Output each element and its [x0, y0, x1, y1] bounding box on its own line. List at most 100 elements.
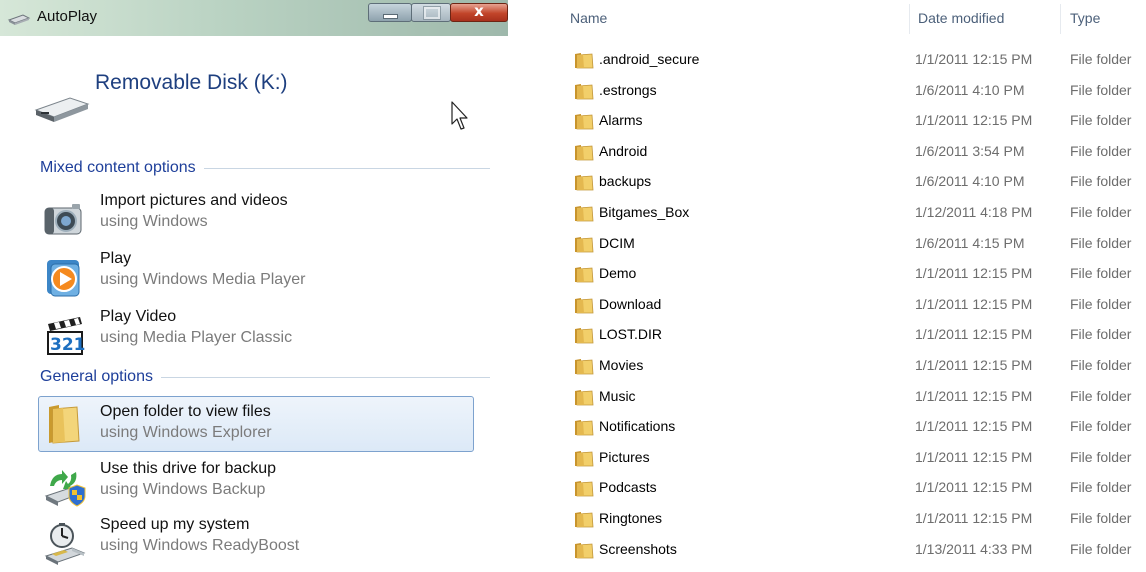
option-subtitle: using Windows Explorer — [100, 424, 272, 441]
section-heading: Mixed content options — [40, 159, 196, 176]
backup-icon — [44, 470, 86, 507]
file-row[interactable]: Alarms 1/1/2011 12:15 PM File folder — [560, 105, 1146, 136]
file-list-view: Name Date modified Type .android_secure 1… — [560, 0, 1146, 564]
close-button[interactable]: x — [450, 2, 508, 22]
file-date-modified: 1/1/2011 12:15 PM — [915, 510, 1033, 526]
folder-icon — [575, 144, 594, 161]
file-date-modified: 1/1/2011 12:15 PM — [915, 265, 1033, 282]
option-subtitle: using Media Player Classic — [100, 329, 293, 346]
file-row[interactable]: Movies 1/1/2011 12:15 PM File folder — [560, 350, 1146, 381]
file-name: Movies — [599, 357, 644, 373]
section-mixed-content: Mixed content options — [40, 157, 490, 179]
file-row[interactable]: .android_secure 1/1/2011 12:15 PM File fol… — [560, 44, 1146, 75]
mouse-cursor-icon — [451, 101, 468, 130]
option-title: Speed up my system — [100, 516, 250, 533]
file-type: File folder — [1070, 265, 1132, 282]
file-row[interactable]: Android 1/6/2011 3:54 PM File folder — [560, 136, 1146, 167]
file-row[interactable]: Podcasts 1/1/2011 12:15 PM File folder — [560, 472, 1146, 503]
file-type: File folder — [1070, 479, 1132, 496]
column-header-name[interactable]: Name — [570, 0, 607, 36]
file-date-modified: 1/1/2011 12:15 PM — [915, 387, 1033, 404]
column-header-date-modified[interactable]: Date modified — [918, 0, 1004, 36]
file-type: File folder — [1070, 81, 1132, 98]
column-separator[interactable] — [909, 4, 910, 34]
option-subtitle: using Windows Backup — [100, 481, 266, 498]
folder-icon — [575, 83, 594, 99]
file-row[interactable]: Demo 1/1/2011 12:15 PM File folder — [560, 258, 1146, 289]
folder-icon — [49, 405, 80, 444]
folder-icon — [575, 114, 594, 130]
file-row[interactable]: LOST.DIR 1/1/2011 12:15 PM File folder — [560, 319, 1146, 350]
file-date-modified: 1/1/2011 12:15 PM — [915, 357, 1033, 373]
clapperboard-icon: 321 — [47, 317, 86, 355]
option-subtitle: using Windows ReadyBoost — [100, 537, 300, 554]
file-date-modified: 1/6/2011 4:15 PM — [915, 234, 1025, 251]
file-date-modified: 1/1/2011 12:15 PM — [915, 479, 1033, 496]
folder-icon — [575, 450, 594, 467]
folder-icon — [575, 481, 594, 497]
file-row[interactable]: Notifications 1/1/2011 12:15 PM File folde… — [560, 411, 1146, 442]
option-play-video[interactable]: 321 Play Video using Media Player Classi… — [38, 308, 474, 364]
file-type: File folder — [1070, 295, 1132, 312]
file-date-modified: 1/1/2011 12:15 PM — [915, 295, 1033, 312]
option-backup[interactable]: Use this drive for backup using Windows … — [38, 460, 474, 516]
file-name: .estrongs — [599, 81, 657, 98]
file-name: Download — [599, 295, 662, 312]
option-open-folder[interactable]: Open folder to view files using Windows … — [38, 396, 474, 452]
option-title: Play Video — [100, 308, 177, 325]
file-type: File folder — [1070, 173, 1132, 190]
file-date-modified: 1/1/2011 12:15 PM — [915, 448, 1033, 465]
window-title: AutoPlay — [37, 8, 98, 25]
file-name: Alarms — [599, 112, 643, 129]
option-title: Import pictures and videos — [100, 192, 288, 209]
file-type: File folder — [1070, 112, 1132, 129]
file-type: File folder — [1070, 510, 1132, 526]
autoplay-dialog: AutoPlay x Removable Disk (K:) Mixed con… — [0, 0, 540, 565]
title-bar[interactable]: AutoPlay x — [0, 0, 508, 36]
maximize-button[interactable] — [411, 3, 451, 22]
option-import-pictures[interactable]: Import pictures and videos using Windows — [38, 192, 474, 248]
file-row[interactable]: Pictures 1/1/2011 12:15 PM File folder — [560, 442, 1146, 473]
file-row[interactable]: Download 1/1/2011 12:15 PM File folder — [560, 289, 1146, 320]
readyboost-icon — [44, 523, 86, 565]
file-name: Podcasts — [599, 479, 657, 496]
file-row[interactable]: Bitgames_Box 1/12/2011 4:18 PM File folder — [560, 197, 1146, 228]
file-row[interactable]: Ringtones 1/1/2011 12:15 PM File folder — [560, 503, 1146, 534]
option-title: Play — [100, 250, 132, 267]
drive-small-icon — [7, 14, 31, 25]
file-type: File folder — [1070, 357, 1132, 373]
file-row[interactable]: DCIM 1/6/2011 4:15 PM File folder — [560, 228, 1146, 259]
file-row[interactable]: .estrongs 1/6/2011 4:10 PM File folder — [560, 75, 1146, 106]
folder-icon — [575, 512, 594, 528]
column-header-type[interactable]: Type — [1070, 0, 1100, 36]
section-general: General options — [40, 366, 490, 388]
file-date-modified: 1/13/2011 4:33 PM — [915, 540, 1033, 557]
file-name: DCIM — [599, 234, 635, 251]
file-row[interactable]: backups 1/6/2011 4:10 PM File folder — [560, 166, 1146, 197]
file-name: Demo — [599, 265, 637, 282]
media-player-icon — [47, 260, 80, 297]
minimize-button[interactable] — [368, 3, 412, 22]
option-title: Use this drive for backup — [100, 460, 277, 477]
section-divider — [203, 167, 490, 169]
section-heading: General options — [40, 368, 153, 385]
column-separator[interactable] — [1060, 4, 1061, 34]
file-type: File folder — [1070, 387, 1132, 404]
folder-icon — [575, 389, 594, 405]
file-row[interactable]: Music 1/1/2011 12:15 PM File folder — [560, 381, 1146, 412]
file-name: Pictures — [599, 448, 650, 465]
file-date-modified: 1/1/2011 12:15 PM — [915, 418, 1033, 435]
file-name: LOST.DIR — [599, 326, 663, 343]
folder-icon — [575, 53, 594, 69]
option-play-media-player[interactable]: Play using Windows Media Player — [38, 250, 474, 306]
device-title: Removable Disk (K:) — [95, 71, 288, 94]
file-type: File folder — [1070, 204, 1132, 220]
file-date-modified: 1/6/2011 3:54 PM — [915, 142, 1025, 159]
folder-icon — [575, 206, 594, 222]
section-divider — [160, 376, 490, 378]
folder-icon — [575, 267, 594, 283]
option-subtitle: using Windows Media Player — [100, 271, 306, 288]
removable-disk-icon — [34, 97, 90, 122]
folder-icon — [575, 542, 594, 558]
file-row[interactable]: Screenshots 1/13/2011 4:33 PM File folder — [560, 534, 1146, 565]
